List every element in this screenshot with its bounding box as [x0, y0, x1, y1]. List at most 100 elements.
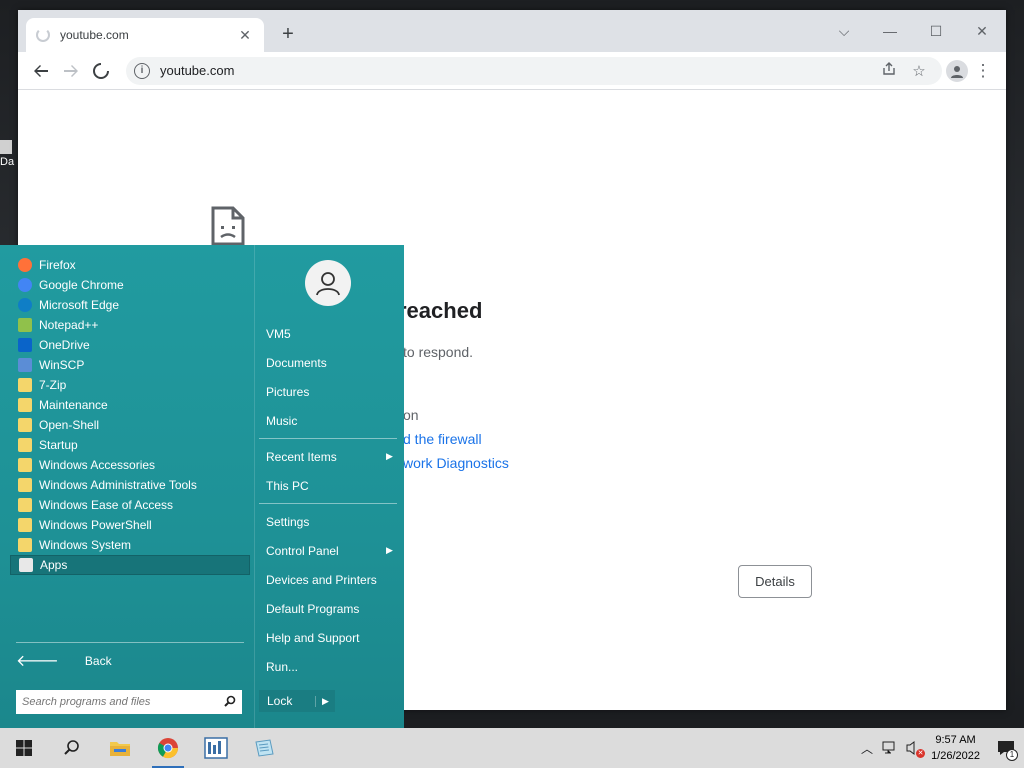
desktop-icon-fragment[interactable]: Da	[0, 140, 18, 168]
back-arrow-icon[interactable]	[26, 56, 56, 86]
share-icon[interactable]	[874, 61, 904, 80]
program-item[interactable]: Windows Accessories	[10, 455, 250, 475]
error-suggestion: on	[403, 407, 419, 423]
minimize-button[interactable]: —	[867, 16, 913, 46]
folder-icon	[18, 438, 32, 452]
program-label: Microsoft Edge	[39, 298, 120, 312]
shutdown-options-arrow-icon[interactable]: ▶	[315, 695, 335, 707]
notepadpp-icon	[18, 318, 32, 332]
action-center-icon[interactable]: 1	[988, 728, 1024, 768]
program-item[interactable]: Windows Administrative Tools	[10, 475, 250, 495]
divider	[259, 503, 397, 504]
chrome-taskbar-button[interactable]	[144, 728, 192, 768]
program-item[interactable]: Open-Shell	[10, 415, 250, 435]
show-hidden-icons-chevron-icon[interactable]: ︿	[857, 740, 877, 757]
search-input[interactable]	[22, 696, 224, 708]
program-label: Firefox	[39, 258, 76, 272]
firefox-icon	[18, 258, 32, 272]
column-separator	[254, 245, 255, 728]
maximize-button[interactable]: ☐	[913, 16, 959, 46]
program-item[interactable]: Google Chrome	[10, 275, 250, 295]
program-label: Windows System	[39, 538, 132, 552]
user-folder-item[interactable]: VM5	[266, 327, 291, 341]
pictures-item[interactable]: Pictures	[266, 385, 309, 399]
search-box[interactable]	[16, 690, 242, 714]
tab-search-icon[interactable]: ⌵	[821, 16, 867, 46]
search-icon[interactable]	[224, 695, 236, 710]
onedrive-icon	[18, 338, 32, 352]
notepad-taskbar-button[interactable]	[240, 728, 288, 768]
music-item[interactable]: Music	[266, 414, 297, 428]
search-taskbar-button[interactable]	[48, 728, 96, 768]
program-item[interactable]: Microsoft Edge	[10, 295, 250, 315]
program-item[interactable]: Firefox	[10, 255, 250, 275]
program-label: Windows Administrative Tools	[39, 478, 197, 492]
program-label: Windows Accessories	[39, 458, 156, 472]
program-item[interactable]: OneDrive	[10, 335, 250, 355]
firewall-link[interactable]: d the firewall	[403, 431, 482, 447]
error-description: to respond.	[403, 344, 474, 360]
lock-label: Lock	[267, 694, 293, 708]
divider	[259, 438, 397, 439]
settings-item[interactable]: Settings	[266, 515, 309, 529]
recent-items-item[interactable]: Recent Items	[266, 450, 337, 464]
chrome-icon	[157, 738, 179, 759]
folder-icon	[18, 478, 32, 492]
folder-icon	[18, 418, 32, 432]
volume-muted-icon[interactable]: ✕	[905, 740, 926, 758]
this-pc-item[interactable]: This PC	[266, 479, 309, 493]
program-label: Startup	[39, 438, 78, 452]
devices-printers-item[interactable]: Devices and Printers	[266, 573, 377, 587]
program-item[interactable]: Startup	[10, 435, 250, 455]
clock-date: 1/26/2022	[931, 750, 980, 762]
control-panel-item[interactable]: Control Panel	[266, 544, 339, 558]
program-list: Firefox Google Chrome Microsoft Edge Notepa…	[10, 255, 250, 575]
help-support-item[interactable]: Help and Support	[266, 631, 359, 645]
program-item[interactable]: Maintenance	[10, 395, 250, 415]
new-tab-button[interactable]: +	[276, 23, 300, 47]
default-programs-item[interactable]: Default Programs	[266, 602, 359, 616]
folder-icon	[18, 398, 32, 412]
back-button[interactable]: 🡐 Back	[16, 650, 112, 671]
clock[interactable]: 9:57 AM 1/26/2022	[931, 732, 980, 764]
program-item[interactable]: Notepad++	[10, 315, 250, 335]
menu-kebab-icon[interactable]: ⋮	[968, 56, 998, 86]
program-item[interactable]: Apps	[10, 555, 250, 575]
windows-logo-icon	[16, 740, 32, 756]
bookmark-star-icon[interactable]: ☆	[904, 62, 934, 80]
user-picture-icon[interactable]	[305, 260, 351, 306]
url-text: youtube.com	[160, 63, 235, 78]
stop-loading-icon[interactable]	[86, 56, 116, 86]
file-explorer-button[interactable]	[96, 728, 144, 768]
lock-button[interactable]: Lock ▶	[259, 690, 335, 712]
network-icon[interactable]	[881, 740, 899, 756]
site-info-icon[interactable]: i	[134, 62, 150, 79]
details-button[interactable]: Details	[738, 565, 812, 598]
start-button[interactable]	[0, 728, 48, 768]
folder-icon	[110, 742, 130, 756]
submenu-arrow-icon: ▶	[386, 545, 393, 555]
program-item[interactable]: WinSCP	[10, 355, 250, 375]
profile-avatar-icon[interactable]	[946, 59, 968, 82]
diagnostics-link[interactable]: work Diagnostics	[403, 455, 509, 471]
program-item[interactable]: Windows PowerShell	[10, 515, 250, 535]
folder-icon	[18, 458, 32, 472]
network-app-icon	[204, 737, 228, 759]
program-label: Maintenance	[39, 398, 108, 412]
address-bar[interactable]: i youtube.com ☆	[126, 56, 942, 85]
documents-item[interactable]: Documents	[266, 356, 327, 370]
close-window-button[interactable]: ✕	[959, 16, 1005, 46]
folder-icon	[18, 538, 32, 552]
forward-arrow-icon[interactable]	[56, 56, 86, 86]
program-item[interactable]: Windows System	[10, 535, 250, 555]
back-label: Back	[84, 653, 112, 668]
program-item[interactable]: Windows Ease of Access	[10, 495, 250, 515]
run-item[interactable]: Run...	[266, 660, 298, 674]
tab-youtube[interactable]: youtube.com ✕	[26, 18, 264, 52]
program-label: Google Chrome	[39, 278, 124, 292]
program-item[interactable]: 7-Zip	[10, 375, 250, 395]
network-tool-button[interactable]	[192, 728, 240, 768]
tab-close-icon[interactable]: ✕	[236, 27, 254, 44]
folder-icon	[18, 518, 32, 532]
browser-toolbar: i youtube.com ☆ ⋮	[18, 52, 1006, 90]
